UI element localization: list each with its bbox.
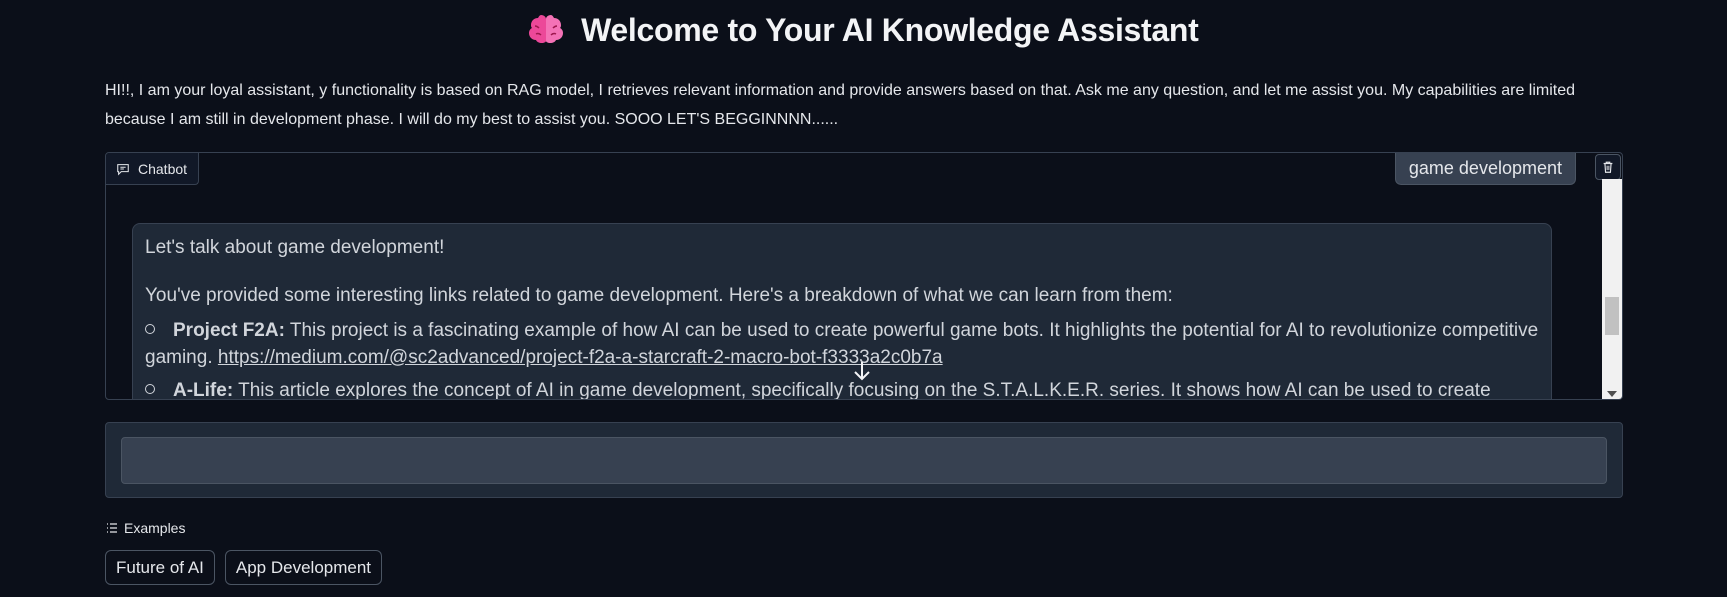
input-panel: [105, 422, 1623, 498]
list-item: Project F2A: This project is a fascinati…: [145, 317, 1539, 371]
chatbot-panel: Chatbot game development Let's talk abou…: [105, 152, 1623, 400]
example-button-app-development[interactable]: App Development: [224, 550, 383, 585]
intro-line-1: HI!!, I am your loyal assistant, y funct…: [105, 82, 1576, 99]
list-item-text: This article explores the concept of AI …: [238, 380, 1491, 400]
scroll-down-icon[interactable]: [1607, 391, 1617, 397]
page-title: Welcome to Your AI Knowledge Assistant: [0, 12, 1727, 49]
brain-icon: [528, 12, 573, 48]
medium-link[interactable]: https://medium.com/@sc2advanced/project-…: [218, 347, 943, 368]
intro-line-2: because I am still in development phase.…: [105, 111, 839, 128]
scroll-to-bottom-button[interactable]: [849, 358, 875, 384]
bullet-icon: [145, 324, 155, 335]
examples-label: Examples: [106, 520, 185, 536]
bullet-icon: [145, 384, 155, 395]
message-input[interactable]: [121, 437, 1607, 484]
intro-text: HI!!, I am your loyal assistant, y funct…: [105, 76, 1635, 134]
clear-chat-button[interactable]: [1595, 154, 1621, 180]
chat-scrollbar[interactable]: [1602, 179, 1622, 399]
bot-message-list: Project F2A: This project is a fascinati…: [145, 317, 1539, 400]
examples-list: Future of AI App Development: [105, 550, 383, 585]
examples-label-text: Examples: [124, 520, 186, 536]
list-item-title: A-Life:: [173, 380, 234, 400]
bot-message: Let's talk about game development! You'v…: [132, 223, 1552, 400]
bot-message-lead: You've provided some interesting links r…: [145, 285, 1173, 306]
scrollbar-thumb[interactable]: [1605, 297, 1619, 335]
arrow-down-icon: [854, 362, 870, 381]
bot-message-intro: Let's talk about game development!: [145, 237, 445, 258]
user-message: game development: [1394, 153, 1576, 185]
trash-icon: [1603, 161, 1613, 173]
list-icon: [107, 523, 117, 533]
example-button-future-of-ai[interactable]: Future of AI: [105, 550, 215, 585]
chatbot-label: Chatbot: [106, 153, 200, 185]
chatbot-label-text: Chatbot: [138, 160, 188, 177]
chat-icon: [117, 163, 129, 176]
page-title-text: Welcome to Your AI Knowledge Assistant: [581, 12, 1199, 48]
list-item-title: Project F2A:: [173, 320, 285, 341]
list-item: A-Life: This article explores the concep…: [145, 377, 1539, 400]
